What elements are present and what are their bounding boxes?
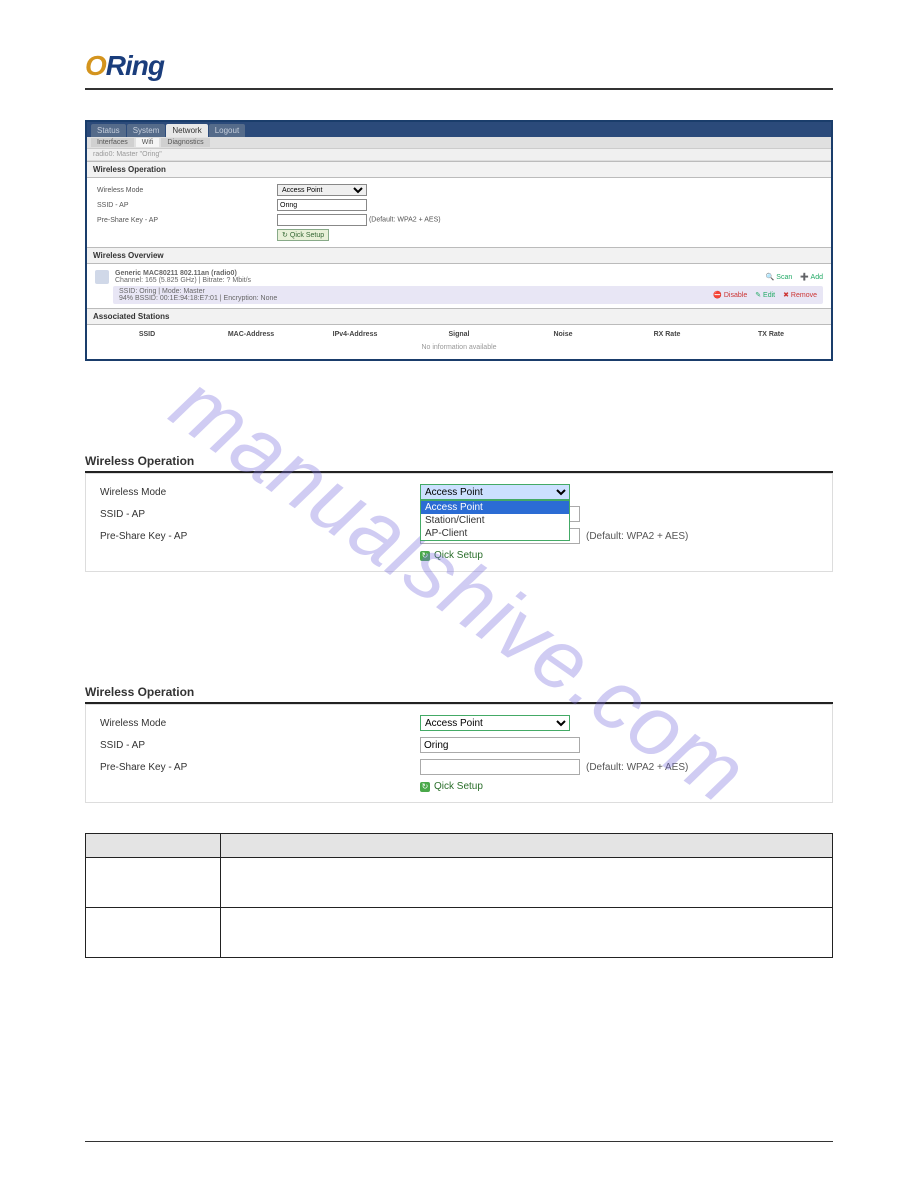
p3-select-mode[interactable]: Access Point [420, 715, 570, 731]
edit-link[interactable]: ✎ Edit [755, 291, 775, 299]
sub-tabs: Interfaces Wifi Diagnostics [87, 137, 831, 149]
overview-title: Generic MAC80211 802.11an (radio0) [115, 270, 251, 277]
col-ipv4: IPv4-Address [303, 331, 407, 338]
p3-label-ssid: SSID - AP [100, 740, 420, 751]
col-noise: Noise [511, 331, 615, 338]
no-info: No information available [95, 340, 823, 355]
reload-icon: ↻ [420, 551, 430, 561]
tab-status[interactable]: Status [91, 124, 126, 137]
psk-default: (Default: WPA2 + AES) [369, 217, 441, 224]
logo-o: O [85, 50, 106, 81]
td-r2c1 [86, 908, 221, 958]
col-mac: MAC-Address [199, 331, 303, 338]
p2-select-mode[interactable]: Access Point [420, 484, 570, 500]
input-psk[interactable] [277, 214, 367, 226]
scan-link[interactable]: 🔍 Scan [766, 273, 793, 281]
panel3-body: Wireless Mode Access Point SSID - AP Pre… [85, 704, 833, 803]
subtab-diagnostics[interactable]: Diagnostics [161, 138, 209, 147]
subtab-wifi[interactable]: Wifi [136, 138, 160, 147]
label-psk: Pre-Share Key - AP [97, 217, 277, 224]
p2-label-ssid: SSID - AP [100, 509, 420, 520]
select-mode[interactable]: Access Point [277, 184, 367, 196]
panel3-head: Wireless Operation [85, 682, 833, 704]
overview-detail: Channel: 165 (5.825 GHz) | Bitrate: ? Mb… [115, 277, 251, 284]
overview-bssid-row: 94% BSSID: 00:1E:94:18:E7:01 | Encryptio… [119, 295, 277, 302]
quick-setup-button[interactable]: ↻Qick Setup [277, 229, 329, 241]
remove-link[interactable]: ✖ Remove [783, 291, 817, 299]
th-label [86, 834, 221, 858]
overview-body: Generic MAC80211 802.11an (radio0) Chann… [87, 264, 831, 308]
logo: ORing [85, 50, 833, 82]
panel2-body: Wireless Mode Access Point Access Point … [85, 473, 833, 572]
tab-system[interactable]: System [127, 124, 166, 137]
th-desc [221, 834, 833, 858]
panel2-head: Wireless Operation [85, 451, 833, 473]
p2-label-mode: Wireless Mode [100, 487, 420, 498]
section-associated-stations: Associated Stations [87, 308, 831, 325]
overview-ssid-row: SSID: Oring | Mode: Master [119, 288, 277, 295]
subtab-interfaces[interactable]: Interfaces [91, 138, 134, 147]
router-admin-screenshot: Status System Network Logout Interfaces … [85, 120, 833, 361]
p3-label-psk: Pre-Share Key - AP [100, 762, 420, 773]
footer [85, 1141, 833, 1148]
tab-logout[interactable]: Logout [209, 124, 245, 137]
dd-access-point[interactable]: Access Point [421, 501, 569, 514]
disable-link[interactable]: ⛔ Disable [713, 291, 747, 299]
col-rx: RX Rate [615, 331, 719, 338]
col-tx: TX Rate [719, 331, 823, 338]
top-divider [85, 88, 833, 90]
label-mode: Wireless Mode [97, 187, 277, 194]
col-ssid: SSID [95, 331, 199, 338]
dropdown-list: Access Point Station/Client AP-Client [420, 500, 570, 541]
reload-icon: ↻ [282, 231, 288, 239]
section-wireless-overview: Wireless Overview [87, 247, 831, 264]
col-signal: Signal [407, 331, 511, 338]
p3-input-psk[interactable] [420, 759, 580, 775]
p3-quick-setup-button[interactable]: ↻Qick Setup [420, 781, 483, 792]
label-ssid: SSID - AP [97, 202, 277, 209]
td-r2c2 [221, 908, 833, 958]
wifi-icon [95, 270, 109, 284]
logo-rest: Ring [106, 50, 164, 81]
bottom-divider [85, 1141, 833, 1142]
p2-label-psk: Pre-Share Key - AP [100, 531, 420, 542]
p2-quick-setup-button[interactable]: ↻Qick Setup [420, 550, 483, 561]
assoc-table: SSID MAC-Address IPv4-Address Signal Noi… [87, 325, 831, 359]
reload-icon: ↻ [420, 782, 430, 792]
main-tabs: Status System Network Logout [87, 122, 831, 137]
p3-input-ssid[interactable] [420, 737, 580, 753]
dd-station-client[interactable]: Station/Client [421, 514, 569, 527]
breadcrumb: radio0: Master "Oring" [87, 149, 831, 161]
wireless-operation-form: Wireless Mode Access Point SSID - AP Pre… [87, 178, 831, 247]
input-ssid[interactable] [277, 199, 367, 211]
p3-default: (Default: WPA2 + AES) [586, 762, 688, 773]
add-link[interactable]: ➕ Add [800, 273, 823, 281]
dd-ap-client[interactable]: AP-Client [421, 527, 569, 540]
p3-label-mode: Wireless Mode [100, 718, 420, 729]
tab-network[interactable]: Network [166, 124, 207, 137]
section-wireless-operation: Wireless Operation [87, 161, 831, 178]
td-r1c1 [86, 858, 221, 908]
specs-table [85, 833, 833, 958]
td-r1c2 [221, 858, 833, 908]
p2-default: (Default: WPA2 + AES) [586, 531, 688, 542]
